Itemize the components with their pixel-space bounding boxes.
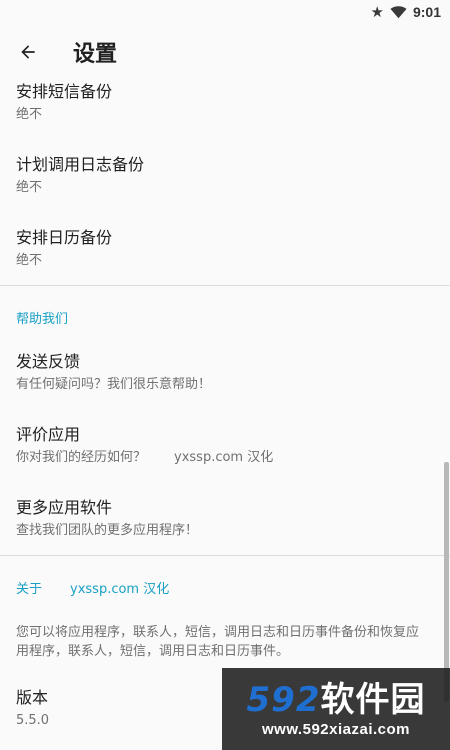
category-about: 关于 yxssp.com 汉化 — [16, 581, 169, 599]
app-bar: 设置 — [0, 24, 450, 80]
clock-time: 9:01 — [412, 4, 441, 20]
page-title: 设置 — [73, 42, 118, 67]
pref-sms-backup-schedule[interactable]: 安排短信备份 绝不 — [16, 82, 434, 124]
pref-title: 计划调用日志备份 — [16, 155, 145, 174]
watermark-logo: 592软件园 www.592xiazai.com — [222, 668, 450, 750]
pref-summary: 绝不 — [16, 180, 43, 195]
pref-title: 更多应用软件 — [16, 498, 113, 517]
pref-summary: 你对我们的经历如何？ yxssp.com 汉化 — [16, 449, 434, 467]
divider — [0, 285, 450, 286]
watermark-url: www.592xiazai.com — [261, 720, 410, 738]
category-about-title: 关于 — [16, 582, 43, 597]
pref-rate-app[interactable]: 评价应用 你对我们的经历如何？ yxssp.com 汉化 — [16, 425, 434, 467]
category-help-us: 帮助我们 — [16, 312, 69, 327]
pref-summary: 有任何疑问吗？我们很乐意帮助！ — [16, 377, 212, 392]
pref-title: 评价应用 — [16, 425, 81, 444]
about-description: 您可以将应用程序，联系人，短信，调用日志和日历事件备份和恢复应用程序，联系人，短… — [16, 625, 420, 659]
pref-summary: 绝不 — [16, 107, 43, 122]
pref-summary-text: 你对我们的经历如何？ — [16, 450, 147, 465]
pref-title: 安排日历备份 — [16, 228, 113, 247]
pref-send-feedback[interactable]: 发送反馈 有任何疑问吗？我们很乐意帮助！ — [16, 352, 434, 394]
pref-more-apps[interactable]: 更多应用软件 查找我们团队的更多应用程序！ — [16, 498, 434, 540]
status-bar: ★ 9:01 — [0, 0, 450, 24]
arrow-back-icon — [21, 45, 35, 59]
scrollbar[interactable] — [444, 462, 449, 702]
back-button[interactable] — [0, 24, 56, 80]
divider — [0, 555, 450, 556]
watermark-brand: 592 — [246, 679, 321, 720]
pref-calendar-backup-schedule[interactable]: 安排日历备份 绝不 — [16, 228, 434, 270]
settings-list: 安排短信备份 绝不 计划调用日志备份 绝不 安排日历备份 绝不 帮助我们 发送反… — [0, 80, 450, 750]
pref-summary: 查找我们团队的更多应用程序！ — [16, 523, 199, 538]
pref-title: 安排短信备份 — [16, 82, 113, 101]
localization-credit: yxssp.com 汉化 — [174, 450, 274, 465]
watermark-brand-cn: 软件园 — [320, 679, 426, 720]
pref-call-log-backup-schedule[interactable]: 计划调用日志备份 绝不 — [16, 155, 434, 197]
star-icon: ★ — [370, 2, 384, 21]
pref-summary: 绝不 — [16, 253, 43, 268]
wifi-icon — [390, 6, 407, 19]
localization-credit: yxssp.com 汉化 — [70, 582, 170, 597]
pref-title: 发送反馈 — [16, 352, 81, 371]
